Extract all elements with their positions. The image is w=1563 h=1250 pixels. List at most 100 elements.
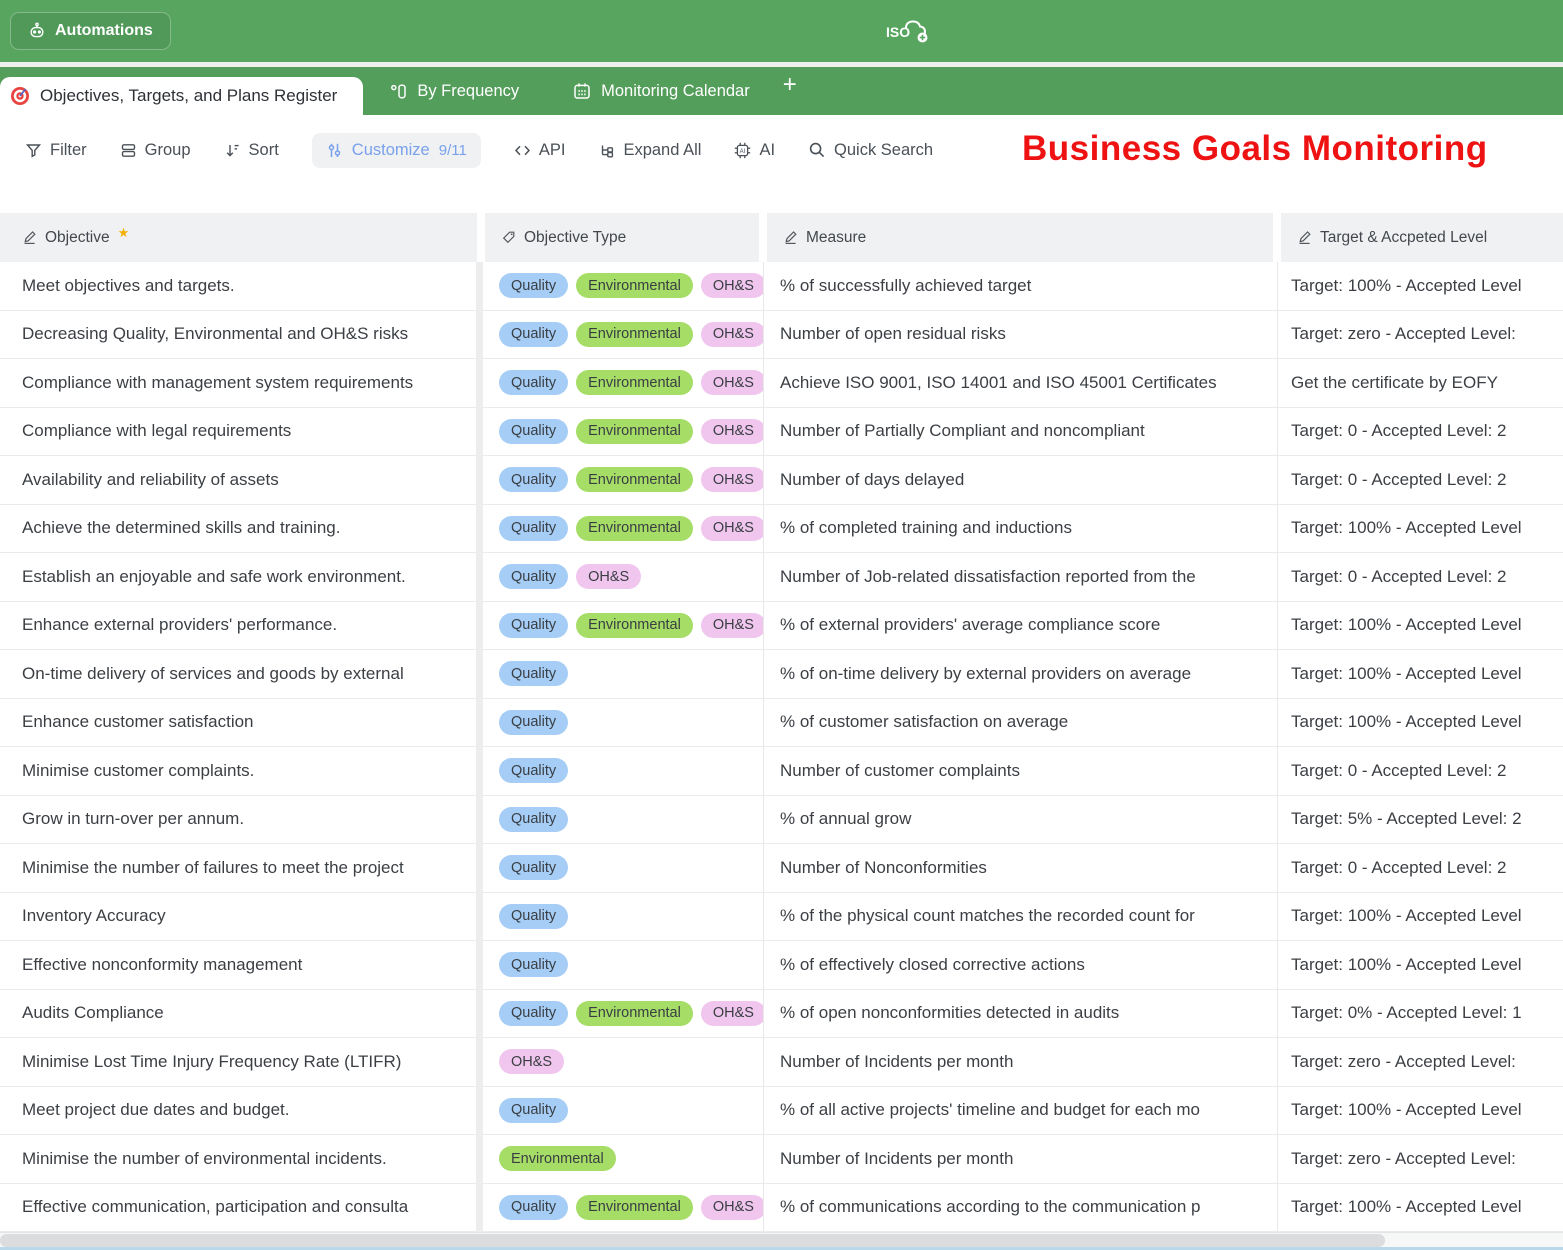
- calendar-icon: [573, 82, 591, 100]
- objective-type-cell: QualityEnvironmentalOH&S: [483, 990, 763, 1039]
- scrollbar-thumb[interactable]: [0, 1234, 1385, 1247]
- target-cell: Target: 100% - Accepted Level: [1277, 602, 1563, 651]
- table-row[interactable]: Compliance with management system requir…: [0, 359, 1563, 408]
- iso-cloud-logo: ISO: [884, 15, 932, 47]
- column-gutter[interactable]: [476, 1087, 483, 1136]
- column-divider[interactable]: [759, 213, 767, 262]
- table-row[interactable]: Decreasing Quality, Environmental and OH…: [0, 311, 1563, 360]
- table-row[interactable]: Meet objectives and targets. QualityEnvi…: [0, 262, 1563, 311]
- svg-text:ISO: ISO: [886, 24, 910, 40]
- tag-quality: Quality: [499, 807, 568, 832]
- column-gutter[interactable]: [476, 747, 483, 796]
- toolbar: Filter Group Sort: [0, 115, 1563, 213]
- tag-quality: Quality: [499, 1098, 568, 1123]
- table-row[interactable]: Audits Compliance QualityEnvironmentalOH…: [0, 990, 1563, 1039]
- column-gutter[interactable]: [476, 650, 483, 699]
- column-divider[interactable]: [1273, 213, 1281, 262]
- objective-type-cell: Environmental: [483, 1135, 763, 1184]
- column-gutter[interactable]: [476, 1135, 483, 1184]
- table-row[interactable]: Enhance external providers' performance.…: [0, 602, 1563, 651]
- column-gutter[interactable]: [476, 1038, 483, 1087]
- table-row[interactable]: Effective communication, participation a…: [0, 1184, 1563, 1233]
- automations-button[interactable]: Automations: [10, 12, 171, 50]
- customize-button[interactable]: Customize 9/11: [312, 133, 481, 168]
- tag-ohs: OH&S: [701, 322, 763, 347]
- expand-all-button[interactable]: Expand All: [598, 141, 701, 160]
- table-row[interactable]: Minimise the number of environmental inc…: [0, 1135, 1563, 1184]
- column-gutter[interactable]: [476, 1184, 483, 1233]
- column-header-measure[interactable]: Measure: [767, 213, 1273, 262]
- table-row[interactable]: Availability and reliability of assets Q…: [0, 456, 1563, 505]
- tab-objectives-register[interactable]: Objectives, Targets, and Plans Register: [0, 77, 363, 115]
- table-row[interactable]: Minimise Lost Time Injury Frequency Rate…: [0, 1038, 1563, 1087]
- filter-button[interactable]: Filter: [25, 141, 87, 160]
- measure-cell: Number of customer complaints: [763, 747, 1277, 796]
- column-divider[interactable]: [477, 213, 485, 262]
- top-bar: Automations ISO: [0, 0, 1563, 62]
- tag-environmental: Environmental: [499, 1146, 616, 1171]
- table-row[interactable]: On-time delivery of services and goods b…: [0, 650, 1563, 699]
- horizontal-scrollbar: [0, 1232, 1563, 1250]
- table-row[interactable]: Enhance customer satisfaction Quality % …: [0, 699, 1563, 748]
- group-button[interactable]: Group: [120, 141, 191, 160]
- objective-type-cell: QualityEnvironmentalOH&S: [483, 602, 763, 651]
- objective-type-cell: QualityEnvironmentalOH&S: [483, 456, 763, 505]
- column-header-target[interactable]: Target & Accpeted Level: [1281, 213, 1563, 262]
- column-gutter[interactable]: [476, 796, 483, 845]
- table-row[interactable]: Inventory Accuracy Quality % of the phys…: [0, 893, 1563, 942]
- objective-type-cell: Quality: [483, 941, 763, 990]
- robot-icon: [28, 22, 46, 40]
- table-row[interactable]: Effective nonconformity management Quali…: [0, 941, 1563, 990]
- table-row[interactable]: Establish an enjoyable and safe work env…: [0, 553, 1563, 602]
- view-tab-bar: Objectives, Targets, and Plans Register …: [0, 67, 1563, 115]
- objective-type-cell: QualityEnvironmentalOH&S: [483, 311, 763, 360]
- objective-cell: Inventory Accuracy: [0, 893, 476, 942]
- table-row[interactable]: Compliance with legal requirements Quali…: [0, 408, 1563, 457]
- tab-label: By Frequency: [417, 82, 519, 101]
- ai-button[interactable]: AI AI: [734, 141, 775, 160]
- table-row[interactable]: Achieve the determined skills and traini…: [0, 505, 1563, 554]
- tag-quality: Quality: [499, 855, 568, 880]
- column-gutter[interactable]: [476, 262, 483, 311]
- measure-cell: Number of Partially Compliant and noncom…: [763, 408, 1277, 457]
- table-row[interactable]: Minimise the number of failures to meet …: [0, 844, 1563, 893]
- sort-button[interactable]: Sort: [224, 141, 279, 160]
- ai-label: AI: [759, 141, 775, 160]
- tab-by-frequency[interactable]: By Frequency: [363, 67, 546, 115]
- column-gutter[interactable]: [476, 844, 483, 893]
- objective-cell: Compliance with legal requirements: [0, 408, 476, 457]
- table-row[interactable]: Grow in turn-over per annum. Quality % o…: [0, 796, 1563, 845]
- column-header-objective-type[interactable]: Objective Type: [485, 213, 759, 262]
- column-gutter[interactable]: [476, 602, 483, 651]
- column-gutter[interactable]: [476, 311, 483, 360]
- table-row[interactable]: Meet project due dates and budget. Quali…: [0, 1087, 1563, 1136]
- column-gutter[interactable]: [476, 990, 483, 1039]
- column-label: Measure: [806, 229, 866, 247]
- api-button[interactable]: API: [514, 141, 566, 160]
- tag-environmental: Environmental: [576, 1195, 693, 1220]
- tag-quality: Quality: [499, 1195, 568, 1220]
- column-gutter[interactable]: [476, 941, 483, 990]
- column-gutter[interactable]: [476, 699, 483, 748]
- code-icon: [514, 142, 531, 159]
- column-header-objective[interactable]: Objective ★: [0, 213, 477, 262]
- objective-cell: Enhance external providers' performance.: [0, 602, 476, 651]
- target-cell: Target: 100% - Accepted Level: [1277, 1087, 1563, 1136]
- tag-environmental: Environmental: [576, 273, 693, 298]
- expand-all-label: Expand All: [623, 141, 701, 160]
- objective-cell: Availability and reliability of assets: [0, 456, 476, 505]
- column-gutter[interactable]: [476, 505, 483, 554]
- measure-cell: % of successfully achieved target: [763, 262, 1277, 311]
- column-gutter[interactable]: [476, 456, 483, 505]
- tab-monitoring-calendar[interactable]: Monitoring Calendar: [546, 67, 777, 115]
- add-view-tab-button[interactable]: +: [777, 61, 815, 115]
- table-row[interactable]: Minimise customer complaints. Quality Nu…: [0, 747, 1563, 796]
- column-gutter[interactable]: [476, 553, 483, 602]
- column-gutter[interactable]: [476, 408, 483, 457]
- column-gutter[interactable]: [476, 893, 483, 942]
- column-gutter[interactable]: [476, 359, 483, 408]
- quick-search-button[interactable]: Quick Search: [808, 141, 933, 160]
- tag-environmental: Environmental: [576, 613, 693, 638]
- tab-label: Monitoring Calendar: [601, 82, 750, 101]
- search-icon: [808, 141, 826, 159]
